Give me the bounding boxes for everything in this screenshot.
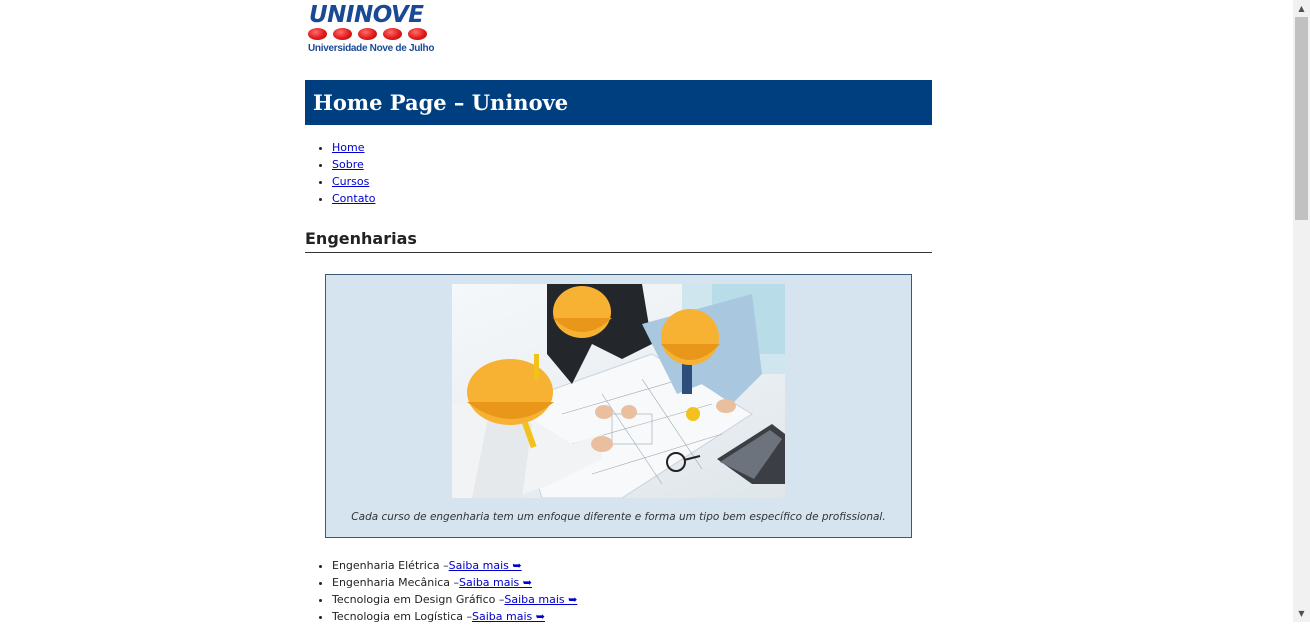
- logo-tagline: Universidade Nove de Julho: [308, 43, 435, 54]
- saiba-mais-link[interactable]: Saiba mais ➥: [459, 576, 532, 589]
- uninove-logo[interactable]: UNINOVE Universidade Nove de Julho: [307, 2, 435, 58]
- saiba-mais-link[interactable]: Saiba mais ➥: [472, 610, 545, 623]
- nav-link-home[interactable]: Home: [332, 141, 364, 154]
- scroll-down-arrow-icon[interactable]: ▼: [1293, 605, 1310, 622]
- nav-item: Contato: [332, 190, 375, 207]
- course-name: Tecnologia em Logística –: [332, 610, 472, 623]
- nav-link-cursos[interactable]: Cursos: [332, 175, 369, 188]
- course-list: Engenharia Elétrica –Saiba mais ➥ Engenh…: [305, 557, 577, 625]
- page-header: Home Page – Uninove: [305, 80, 932, 125]
- course-item: Engenharia Mecânica –Saiba mais ➥: [332, 574, 577, 591]
- section-heading: Engenharias: [305, 229, 932, 253]
- scroll-thumb[interactable]: [1295, 17, 1308, 220]
- engineers-illustration: [452, 284, 785, 498]
- course-name: Engenharia Elétrica –: [332, 559, 449, 572]
- main-nav: Home Sobre Cursos Contato: [305, 139, 375, 207]
- nav-item: Sobre: [332, 156, 375, 173]
- engineering-figure: Cada curso de engenharia tem um enfoque …: [325, 274, 912, 538]
- engineers-photo: [452, 284, 785, 498]
- course-name: Tecnologia em Design Gráfico –: [332, 593, 505, 606]
- saiba-mais-link[interactable]: Saiba mais ➥: [504, 593, 577, 606]
- nav-link-contato[interactable]: Contato: [332, 192, 375, 205]
- logo-dot: [383, 28, 402, 40]
- logo-dot: [333, 28, 352, 40]
- vertical-scrollbar[interactable]: ▲ ▼: [1293, 0, 1310, 622]
- course-item: Tecnologia em Design Gráfico –Saiba mais…: [332, 591, 577, 608]
- logo-wordmark: UNINOVE: [309, 2, 424, 28]
- scroll-up-arrow-icon[interactable]: ▲: [1293, 0, 1310, 17]
- course-name: Engenharia Mecânica –: [332, 576, 460, 589]
- saiba-mais-link[interactable]: Saiba mais ➥: [449, 559, 522, 572]
- nav-link-sobre[interactable]: Sobre: [332, 158, 364, 171]
- page-title: Home Page – Uninove: [313, 90, 569, 115]
- nav-item: Home: [332, 139, 375, 156]
- logo-dot: [308, 28, 327, 40]
- nav-item: Cursos: [332, 173, 375, 190]
- figure-caption: Cada curso de engenharia tem um enfoque …: [351, 511, 886, 523]
- course-item: Engenharia Elétrica –Saiba mais ➥: [332, 557, 577, 574]
- logo-dot: [358, 28, 377, 40]
- course-item: Tecnologia em Logística –Saiba mais ➥: [332, 608, 577, 625]
- logo-dot: [408, 28, 427, 40]
